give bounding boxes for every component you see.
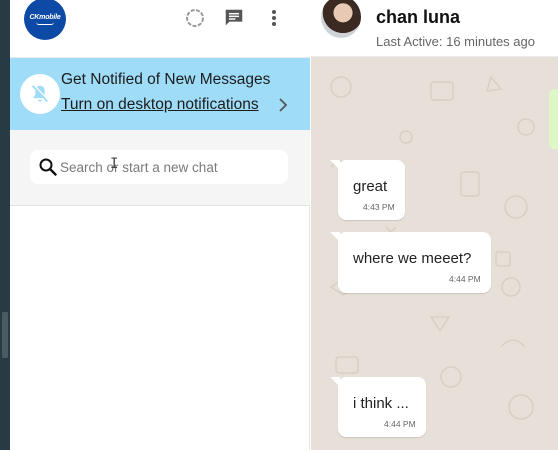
message-text: where we meeet? — [353, 250, 472, 267]
search-box[interactable]: I — [30, 150, 288, 184]
sidebar-header: CKmobile — [10, 0, 310, 58]
search-panel: I — [10, 130, 310, 206]
search-input[interactable] — [60, 150, 280, 184]
contact-avatar[interactable] — [321, 0, 361, 38]
enable-notifications-link[interactable]: Turn on desktop notifications — [61, 96, 259, 114]
message-bubble[interactable]: i think ... 4:44 PM — [330, 377, 426, 437]
brand-logo: CKmobile — [24, 0, 66, 40]
kebab-menu-icon[interactable] — [262, 6, 286, 30]
contact-name: chan luna — [376, 7, 461, 27]
chat-pane: chan luna Last Active: 16 minutes ago gr… — [311, 0, 558, 450]
chat-header[interactable]: chan luna Last Active: 16 minutes ago — [311, 0, 558, 57]
status-ring-icon[interactable] — [183, 6, 207, 30]
message-time: 4:44 PM — [449, 274, 481, 284]
search-icon[interactable] — [38, 157, 58, 177]
message-time: 4:44 PM — [384, 419, 416, 429]
chevron-right-icon[interactable] — [276, 95, 290, 115]
app-left-edge — [0, 0, 10, 450]
message-time: 4:43 PM — [363, 202, 395, 212]
message-bubble[interactable]: where we meeet? 4:44 PM — [330, 232, 491, 293]
text-cursor: I — [110, 156, 119, 172]
outgoing-message-edge — [549, 89, 558, 149]
bell-off-icon — [20, 74, 60, 114]
notification-banner[interactable]: Get Notified of New Messages Turn on des… — [10, 58, 310, 130]
logo-text: CKmobile — [29, 13, 61, 21]
message-text: i think ... — [353, 395, 409, 412]
contact-last-active: Last Active: 16 minutes ago — [376, 34, 535, 49]
message-text: great — [353, 178, 388, 195]
message-bubble[interactable]: great 4:43 PM — [330, 160, 405, 220]
message-icon[interactable] — [222, 6, 246, 30]
scrollbar-thumb[interactable] — [2, 312, 8, 358]
sidebar: CKmobile Get Notified of New Messages Tu… — [10, 0, 310, 450]
notification-title: Get Notified of New Messages — [61, 71, 271, 88]
